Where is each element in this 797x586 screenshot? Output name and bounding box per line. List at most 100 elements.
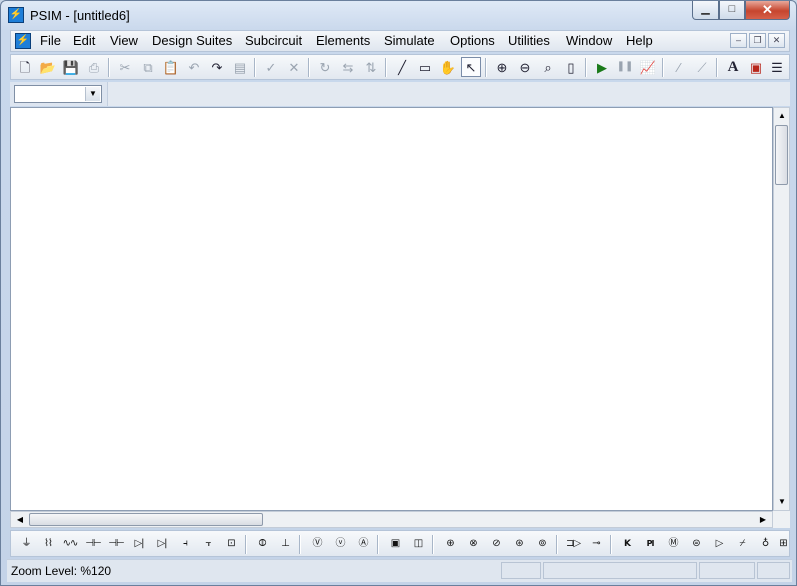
horizontal-scroll-thumb[interactable] [29,513,263,526]
gain-block-icon[interactable]: K [617,534,637,554]
pi-controller-icon[interactable]: PI [640,534,660,554]
menu-utilities[interactable]: Utilities [507,33,551,49]
mosfet-icon[interactable]: ⫞ [175,534,195,554]
comparator-icon[interactable]: ⊸ [586,534,606,554]
menu-edit[interactable]: Edit [72,33,96,49]
run-simulation-button[interactable]: ▶ [592,57,612,77]
more-elements-icon[interactable]: ⊞ [773,534,789,554]
save-button[interactable]: 💾 [61,57,81,77]
limiter-icon[interactable]: ⌿ [732,534,752,554]
dc-scope-icon[interactable]: ◫ [408,534,428,554]
scroll-up-icon[interactable]: ▲ [775,108,789,124]
minimize-button[interactable]: ▁ [692,1,719,20]
vertical-scrollbar[interactable]: ▲ ▼ [773,107,790,511]
zoom-out-button[interactable]: ⊖ [515,57,535,77]
flip-vertical-icon: ⇅ [365,59,377,75]
sensor-icon[interactable]: ⊜ [686,534,706,554]
document-restore-button[interactable]: ❐ [749,33,766,48]
node-icon[interactable]: ♁ [755,534,775,554]
horizontal-scrollbar[interactable]: ◀ ▶ [10,511,773,528]
flip-vertical-button[interactable]: ⇅ [361,57,381,77]
sine-source-icon[interactable]: ⊗ [463,534,483,554]
thyristor-icon[interactable]: ▷| [152,534,172,554]
close-button[interactable]: ✕ [745,1,790,20]
draw-line-button[interactable]: ∕ [669,57,689,77]
voltage-probe-icon[interactable]: Ⓥ [307,534,327,554]
transformer-icon[interactable]: ⦷ [252,534,272,554]
current-source-icon[interactable]: ⊚ [532,534,552,554]
scroll-down-icon[interactable]: ▼ [775,494,789,510]
status-bar: Zoom Level: %120 [7,559,792,582]
copy-button[interactable]: ⧉ [138,57,158,77]
scope-icon[interactable]: ▣ [385,534,405,554]
new-button[interactable]: 🗋 [15,57,35,77]
ground-icon[interactable]: ⏚ [16,534,36,554]
draw-curve-button[interactable]: ⟋ [692,57,712,77]
window-title: PSIM - [untitled6] [30,8,130,23]
wire-button[interactable]: ╱ [392,57,412,77]
vertical-scroll-thumb[interactable] [775,125,788,185]
undo-button[interactable]: ↶ [184,57,204,77]
label-button[interactable]: ▭ [415,57,435,77]
maximize-button[interactable]: □ [719,1,745,20]
flip-horizontal-button[interactable]: ⇆ [338,57,358,77]
select-button[interactable]: ↖ [461,57,481,77]
switch-module-icon[interactable]: ⊡ [221,534,241,554]
pause-simulation-button[interactable]: ❚❚ [615,57,635,77]
document-icon[interactable]: ⚡ [15,33,31,49]
zoom-in-button[interactable]: ⊕ [492,57,512,77]
scroll-left-icon[interactable]: ◀ [12,512,28,527]
chevron-down-icon[interactable]: ▼ [85,87,100,101]
scroll-corner [773,511,790,528]
menu-simulate[interactable]: Simulate [383,33,436,49]
pan-button[interactable]: ✋ [438,57,458,77]
diode-icon[interactable]: ▷| [129,534,149,554]
scroll-right-icon[interactable]: ▶ [755,512,771,527]
menu-options[interactable]: Options [449,33,496,49]
title-bar[interactable]: ⚡ PSIM - [untitled6] ▁ □ ✕ [1,1,796,29]
triangle-source-icon[interactable]: ⊛ [509,534,529,554]
op-amp-icon[interactable]: ▷ [709,534,729,554]
list-button[interactable]: ☰ [767,57,787,77]
menu-design-suites[interactable]: Design Suites [151,33,233,49]
menu-help[interactable]: Help [625,33,654,49]
capacitor-icon[interactable]: ⊣⊢ [83,534,103,554]
print-button[interactable]: ⎙ [84,57,104,77]
zoh-icon[interactable]: ⊐▷ [563,534,583,554]
cut-button[interactable]: ✂ [115,57,135,77]
toolbar-separator [485,58,487,77]
square-source-icon[interactable]: ⊘ [486,534,506,554]
schematic-canvas[interactable] [10,107,773,511]
igbt-icon[interactable]: ⫟ [198,534,218,554]
check-icon: ✓ [265,59,277,75]
voltmeter-icon[interactable]: ⓥ [330,534,350,554]
redo-button[interactable]: ↷ [207,57,227,77]
rotate-button[interactable]: ↻ [315,57,335,77]
zoom-area-button[interactable]: ⌕ [538,57,558,77]
ac-source-icon[interactable]: ⊕ [440,534,460,554]
motor-icon[interactable]: Ⓜ [663,534,683,554]
clipboard-button[interactable]: ▤ [230,57,250,77]
psim-app-icon[interactable]: ⚡ [8,7,24,23]
resistor-icon[interactable]: ⌇⌇ [38,534,58,554]
menu-file[interactable]: File [39,33,62,49]
paste-button[interactable]: 📋 [161,57,181,77]
check-button[interactable]: ✓ [261,57,281,77]
delete-button[interactable]: ✕ [284,57,304,77]
inductor-icon[interactable]: ∿∿ [60,534,80,554]
simview-button[interactable]: 📈 [638,57,658,77]
document-minimize-button[interactable]: – [730,33,747,48]
menu-elements[interactable]: Elements [315,33,371,49]
element-dropdown[interactable]: ▼ [14,85,102,103]
dc-source-icon[interactable]: ⊥ [275,534,295,554]
menu-subcircuit[interactable]: Subcircuit [244,33,303,49]
electrolytic-capacitor-icon[interactable]: ⊣⊢ [106,534,126,554]
menu-window[interactable]: Window [565,33,613,49]
document-close-button[interactable]: ✕ [768,33,785,48]
ammeter-icon[interactable]: Ⓐ [353,534,373,554]
image-button[interactable]: ▣ [746,57,766,77]
open-button[interactable]: 📂 [38,57,58,77]
menu-view[interactable]: View [109,33,139,49]
fit-page-button[interactable]: ▯ [561,57,581,77]
text-button[interactable]: A [723,57,743,77]
